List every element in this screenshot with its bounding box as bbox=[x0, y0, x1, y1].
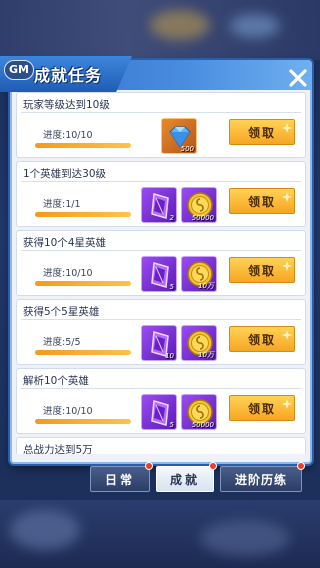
tab-advanced-training[interactable]: 进阶历练 bbox=[220, 462, 305, 492]
task-title: 获得10个4星英雄 bbox=[23, 237, 107, 249]
sparkle-icon bbox=[282, 122, 292, 133]
task-row: 1个英雄到达30级 进度:1/1 2 50000 领取 bbox=[16, 161, 306, 227]
gold-coin-icon bbox=[182, 326, 218, 366]
divider bbox=[21, 388, 301, 389]
tab-daily[interactable]: 日常 bbox=[90, 462, 153, 492]
sparkle-icon bbox=[282, 191, 292, 202]
purple-card-icon bbox=[142, 257, 178, 297]
progress-label: 进度:5/5 bbox=[43, 337, 81, 348]
tab-achievement[interactable]: 成就 bbox=[156, 462, 217, 492]
progress-label: 进度:10/10 bbox=[43, 268, 93, 279]
progress-fill bbox=[35, 143, 131, 148]
reward-item[interactable]: 2 bbox=[141, 187, 177, 223]
divider bbox=[21, 319, 301, 320]
reward-count: 50000 bbox=[191, 214, 214, 222]
task-row: 解析10个英雄进度:10/10 5 50000 领取 bbox=[16, 368, 306, 434]
notification-dot bbox=[145, 462, 153, 470]
sparkle-icon bbox=[282, 260, 292, 271]
progress-label: 进度:10/10 bbox=[43, 130, 93, 141]
claim-button[interactable]: 领取 bbox=[229, 257, 295, 283]
divider bbox=[21, 181, 301, 182]
progress-bar bbox=[35, 143, 131, 148]
reward-item[interactable]: 50000 bbox=[181, 187, 217, 223]
claim-button-label: 领取 bbox=[247, 194, 276, 209]
progress-bar bbox=[35, 212, 131, 217]
task-title: 总战力达到5万 bbox=[23, 444, 93, 454]
progress-label: 进度:10/10 bbox=[43, 406, 93, 417]
purple-card-icon bbox=[142, 188, 178, 228]
divider bbox=[21, 250, 301, 251]
notification-dot bbox=[297, 462, 305, 470]
reward-item[interactable]: 10万 bbox=[181, 325, 217, 361]
sparkle-icon bbox=[282, 398, 292, 409]
divider bbox=[21, 112, 301, 113]
reward-count: 10 bbox=[165, 352, 174, 360]
reward-item[interactable]: 50000 bbox=[181, 394, 217, 430]
notification-dot bbox=[209, 462, 217, 470]
claim-button[interactable]: 领取 bbox=[229, 395, 295, 421]
task-row: 总战力达到5万 bbox=[16, 437, 306, 454]
reward-item[interactable]: 10万 bbox=[181, 256, 217, 292]
reward-item[interactable]: 500 bbox=[161, 118, 197, 154]
task-row: 获得10个4星英雄 进度:10/10 5 10万 领取 bbox=[16, 230, 306, 296]
reward-item[interactable]: 5 bbox=[141, 394, 177, 430]
progress-bar bbox=[35, 419, 131, 424]
task-row: 获得5个5星英雄 进度:5/5 10 10万 领取 bbox=[16, 299, 306, 365]
progress-fill bbox=[35, 419, 131, 424]
gm-badge[interactable]: GM bbox=[4, 60, 34, 80]
progress-fill bbox=[35, 212, 131, 217]
background-blur bbox=[230, 14, 280, 38]
tab-daily-label: 日常 bbox=[104, 472, 135, 487]
reward-count: 10万 bbox=[198, 351, 214, 359]
tab-advanced-training-label: 进阶历练 bbox=[234, 472, 287, 487]
claim-button[interactable]: 领取 bbox=[229, 188, 295, 214]
panel-title: 成就任务 bbox=[34, 66, 103, 85]
task-title: 获得5个5星英雄 bbox=[23, 306, 100, 318]
reward-count: 2 bbox=[169, 214, 174, 222]
reward-count: 5 bbox=[169, 421, 174, 429]
reward-count: 50000 bbox=[191, 421, 214, 429]
claim-button[interactable]: 领取 bbox=[229, 119, 295, 145]
reward-count: 5 bbox=[169, 283, 174, 291]
reward-item[interactable]: 5 bbox=[141, 256, 177, 292]
progress-label: 进度:1/1 bbox=[43, 199, 81, 210]
background-blur bbox=[150, 10, 210, 40]
close-button[interactable] bbox=[286, 66, 310, 90]
gold-coin-icon bbox=[182, 395, 218, 435]
reward-item[interactable]: 10 bbox=[141, 325, 177, 361]
task-title: 1个英雄到达30级 bbox=[23, 168, 107, 180]
reward-count: 10万 bbox=[198, 282, 214, 290]
claim-button-label: 领取 bbox=[247, 263, 276, 278]
task-list[interactable]: 玩家等级达到10级 进度:10/10 500 领取 1个英雄到达30级 进度:1/1 2 50… bbox=[16, 92, 306, 454]
tab-achievement-label: 成就 bbox=[169, 472, 200, 487]
claim-button[interactable]: 领取 bbox=[229, 326, 295, 352]
purple-card-icon bbox=[142, 326, 178, 366]
claim-button-label: 领取 bbox=[247, 401, 276, 416]
progress-fill bbox=[35, 281, 131, 286]
sparkle-icon bbox=[282, 329, 292, 340]
progress-bar bbox=[35, 350, 131, 355]
task-title: 解析10个英雄 bbox=[23, 375, 89, 387]
claim-button-label: 领取 bbox=[247, 332, 276, 347]
diamond-icon bbox=[162, 119, 198, 159]
progress-fill bbox=[35, 350, 131, 355]
gold-coin-icon bbox=[182, 257, 218, 297]
gold-coin-icon bbox=[182, 188, 218, 228]
progress-bar bbox=[35, 281, 131, 286]
reward-count: 500 bbox=[180, 145, 194, 153]
purple-card-icon bbox=[142, 395, 178, 435]
background-blur bbox=[10, 510, 80, 550]
task-title: 玩家等级达到10级 bbox=[23, 99, 110, 111]
close-icon bbox=[289, 69, 307, 87]
background-blur bbox=[200, 520, 290, 556]
claim-button-label: 领取 bbox=[247, 125, 276, 140]
task-row: 玩家等级达到10级 进度:10/10 500 领取 bbox=[16, 92, 306, 158]
